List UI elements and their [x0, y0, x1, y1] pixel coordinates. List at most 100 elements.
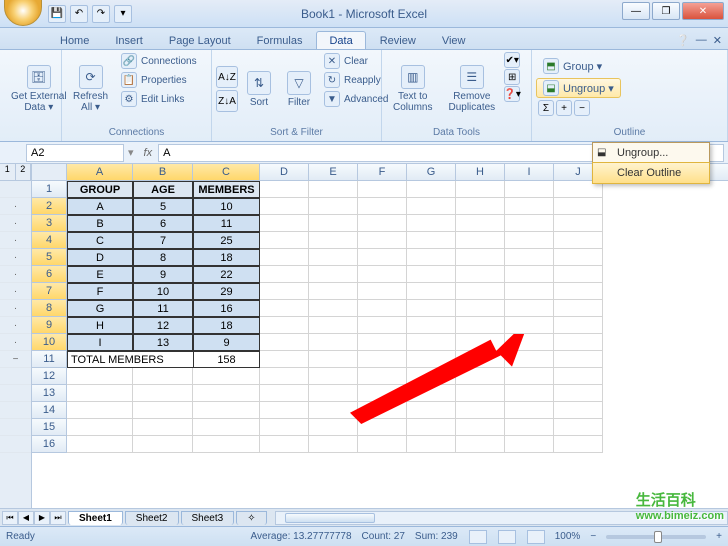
- cell-F1[interactable]: [358, 181, 407, 198]
- sheet-tab-1[interactable]: Sheet1: [68, 511, 123, 525]
- cell-B7[interactable]: 10: [133, 283, 193, 300]
- cell-B10[interactable]: 13: [133, 334, 193, 351]
- cell-A16[interactable]: [67, 436, 133, 453]
- cell-C16[interactable]: [193, 436, 260, 453]
- cell-A6[interactable]: E: [67, 266, 133, 283]
- row-header-5[interactable]: 5: [32, 249, 67, 266]
- cell-J14[interactable]: [554, 402, 603, 419]
- row-header-14[interactable]: 14: [32, 402, 67, 419]
- tab-page-layout[interactable]: Page Layout: [157, 32, 243, 49]
- outline-row-4[interactable]: ·: [0, 232, 31, 249]
- outline-row-5[interactable]: ·: [0, 249, 31, 266]
- cell-I12[interactable]: [505, 368, 554, 385]
- column-header-H[interactable]: H: [456, 164, 505, 180]
- cell-A11[interactable]: TOTAL MEMBERS: [67, 351, 193, 368]
- cell-E6[interactable]: [309, 266, 358, 283]
- edit-links-button[interactable]: ⚙Edit Links: [117, 90, 201, 108]
- cell-D11[interactable]: [260, 351, 309, 368]
- cell-E10[interactable]: [309, 334, 358, 351]
- cell-D1[interactable]: [260, 181, 309, 198]
- cell-A15[interactable]: [67, 419, 133, 436]
- cell-G4[interactable]: [407, 232, 456, 249]
- cell-A8[interactable]: G: [67, 300, 133, 317]
- outline-row-7[interactable]: ·: [0, 283, 31, 300]
- column-header-G[interactable]: G: [407, 164, 456, 180]
- outline-row-9[interactable]: ·: [0, 317, 31, 334]
- qat-more-icon[interactable]: ▾: [114, 5, 132, 23]
- cell-D4[interactable]: [260, 232, 309, 249]
- row-header-7[interactable]: 7: [32, 283, 67, 300]
- tab-review[interactable]: Review: [368, 32, 428, 49]
- cell-G12[interactable]: [407, 368, 456, 385]
- tab-home[interactable]: Home: [48, 32, 101, 49]
- cell-I6[interactable]: [505, 266, 554, 283]
- tab-nav-first[interactable]: ⏮: [2, 511, 18, 525]
- cell-C15[interactable]: [193, 419, 260, 436]
- cell-C3[interactable]: 11: [193, 215, 260, 232]
- close-button[interactable]: ✕: [682, 2, 724, 20]
- cell-C4[interactable]: 25: [193, 232, 260, 249]
- tab-nav-prev[interactable]: ◀: [18, 511, 34, 525]
- cell-B1[interactable]: AGE: [133, 181, 193, 198]
- cell-H2[interactable]: [456, 198, 505, 215]
- sheet-tab-2[interactable]: Sheet2: [125, 511, 179, 525]
- outline-row-3[interactable]: ·: [0, 215, 31, 232]
- cell-E11[interactable]: [309, 351, 358, 368]
- cell-I10[interactable]: [505, 334, 554, 351]
- minimize-button[interactable]: —: [622, 2, 650, 20]
- scrollbar-thumb[interactable]: [285, 513, 375, 523]
- zoom-out-icon[interactable]: −: [590, 531, 596, 542]
- cell-D6[interactable]: [260, 266, 309, 283]
- outline-level-2[interactable]: 2: [16, 164, 32, 180]
- show-detail-icon[interactable]: +: [556, 100, 572, 116]
- cell-C6[interactable]: 22: [193, 266, 260, 283]
- cell-B12[interactable]: [133, 368, 193, 385]
- cell-J13[interactable]: [554, 385, 603, 402]
- row-header-12[interactable]: 12: [32, 368, 67, 385]
- clear-outline-menu-item[interactable]: Clear Outline: [592, 162, 710, 184]
- cell-F14[interactable]: [358, 402, 407, 419]
- cell-H8[interactable]: [456, 300, 505, 317]
- sort-button[interactable]: ⇅Sort: [240, 52, 278, 126]
- help-icon[interactable]: ❔: [676, 34, 690, 47]
- cell-D14[interactable]: [260, 402, 309, 419]
- cell-E14[interactable]: [309, 402, 358, 419]
- cell-B9[interactable]: 12: [133, 317, 193, 334]
- cell-I11[interactable]: [505, 351, 554, 368]
- cell-F13[interactable]: [358, 385, 407, 402]
- cell-J4[interactable]: [554, 232, 603, 249]
- row-header-6[interactable]: 6: [32, 266, 67, 283]
- cell-A9[interactable]: H: [67, 317, 133, 334]
- ungroup-button[interactable]: ⬓Ungroup ▾: [536, 78, 621, 98]
- column-header-C[interactable]: C: [193, 164, 260, 180]
- cell-I16[interactable]: [505, 436, 554, 453]
- cell-A7[interactable]: F: [67, 283, 133, 300]
- cell-D7[interactable]: [260, 283, 309, 300]
- select-all-corner[interactable]: [32, 164, 67, 180]
- cell-D9[interactable]: [260, 317, 309, 334]
- row-header-9[interactable]: 9: [32, 317, 67, 334]
- outline-row-2[interactable]: ·: [0, 198, 31, 215]
- cell-J5[interactable]: [554, 249, 603, 266]
- zoom-in-icon[interactable]: +: [716, 531, 722, 542]
- cell-D12[interactable]: [260, 368, 309, 385]
- cell-E4[interactable]: [309, 232, 358, 249]
- cell-H16[interactable]: [456, 436, 505, 453]
- row-header-2[interactable]: 2: [32, 198, 67, 215]
- cell-I2[interactable]: [505, 198, 554, 215]
- cell-D5[interactable]: [260, 249, 309, 266]
- cell-F6[interactable]: [358, 266, 407, 283]
- properties-button[interactable]: 📋Properties: [117, 71, 201, 89]
- sort-asc-icon[interactable]: A↓Z: [216, 66, 238, 88]
- cell-J7[interactable]: [554, 283, 603, 300]
- cell-I14[interactable]: [505, 402, 554, 419]
- cell-G2[interactable]: [407, 198, 456, 215]
- cell-F7[interactable]: [358, 283, 407, 300]
- refresh-all-button[interactable]: ⟳Refresh All ▾: [66, 52, 115, 126]
- cell-C2[interactable]: 10: [193, 198, 260, 215]
- cell-A13[interactable]: [67, 385, 133, 402]
- normal-view-button[interactable]: [469, 530, 487, 544]
- cell-B5[interactable]: 8: [133, 249, 193, 266]
- cell-H12[interactable]: [456, 368, 505, 385]
- cell-C5[interactable]: 18: [193, 249, 260, 266]
